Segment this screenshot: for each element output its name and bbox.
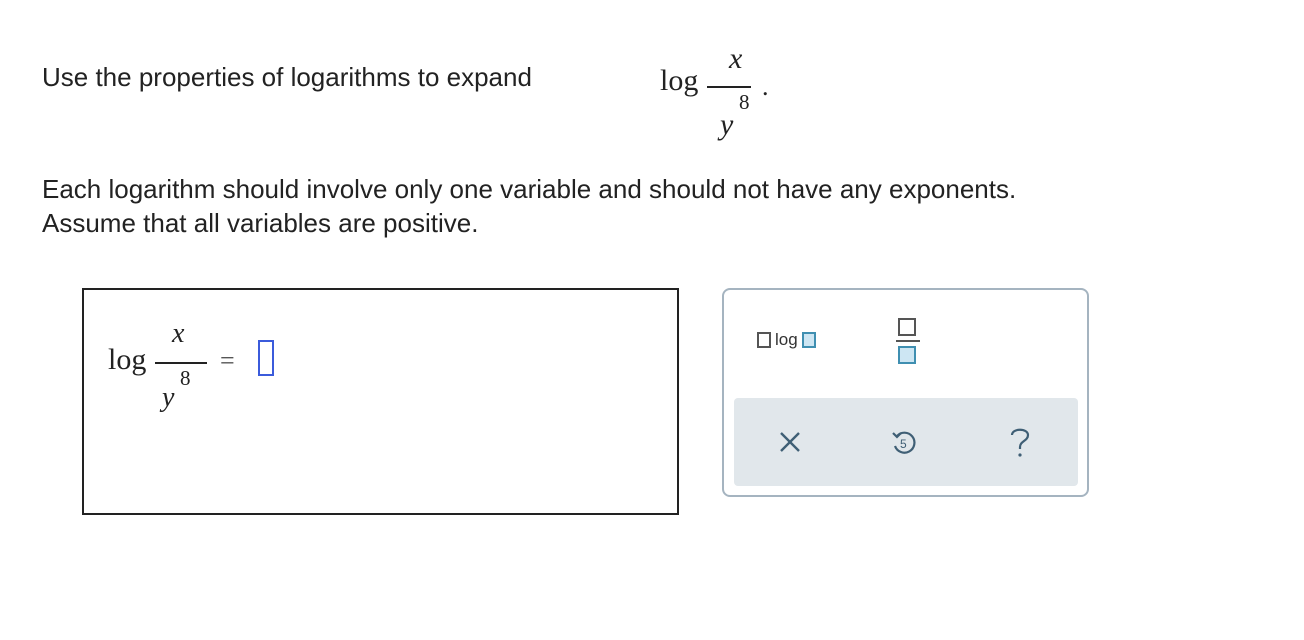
fraction-bar: [707, 86, 751, 88]
numerator-x: x: [729, 42, 743, 75]
answer-expression: log x y 8 =: [108, 318, 328, 428]
question-mark-icon: [1010, 428, 1030, 457]
denominator-y: y: [720, 108, 734, 141]
instruction-line-2: Assume that all variables are positive.: [42, 208, 479, 238]
log-template-button[interactable]: log: [757, 330, 816, 350]
equals-sign: =: [220, 346, 235, 375]
instructions: Each logarithm should involve only one v…: [42, 172, 1016, 240]
fraction-template-button[interactable]: [896, 316, 920, 368]
log-template-label: log: [775, 330, 798, 349]
question-expression: log x y 8 .: [660, 42, 780, 142]
answer-numerator-x: x: [172, 318, 185, 349]
fraction-numerator-placeholder-icon: [898, 318, 916, 336]
svg-text:5: 5: [900, 437, 907, 451]
fraction-denominator-placeholder-icon: [898, 346, 916, 364]
answer-exponent-8: 8: [180, 366, 191, 390]
undo-icon: 5: [892, 431, 916, 454]
palette-toolbar: 5: [734, 398, 1078, 486]
log-text: log: [660, 64, 699, 97]
answer-input-slot[interactable]: [258, 340, 274, 376]
clear-button[interactable]: [768, 420, 812, 464]
help-button[interactable]: [998, 420, 1042, 464]
answer-log-text: log: [108, 343, 147, 376]
answer-fraction-bar: [155, 362, 207, 364]
fraction-line-icon: [896, 340, 920, 342]
exponent-8: 8: [739, 90, 750, 114]
math-palette: log 5: [722, 288, 1089, 497]
log-argument-placeholder-icon: [801, 332, 816, 348]
undo-button[interactable]: 5: [882, 420, 926, 464]
answer-input-area[interactable]: log x y 8 =: [82, 288, 679, 515]
close-icon: [780, 432, 800, 452]
period: .: [762, 72, 769, 101]
question-prompt: Use the properties of logarithms to expa…: [42, 62, 532, 92]
answer-denominator-y: y: [162, 382, 175, 413]
instruction-line-1: Each logarithm should involve only one v…: [42, 174, 1017, 204]
log-base-placeholder-icon: [757, 332, 771, 348]
